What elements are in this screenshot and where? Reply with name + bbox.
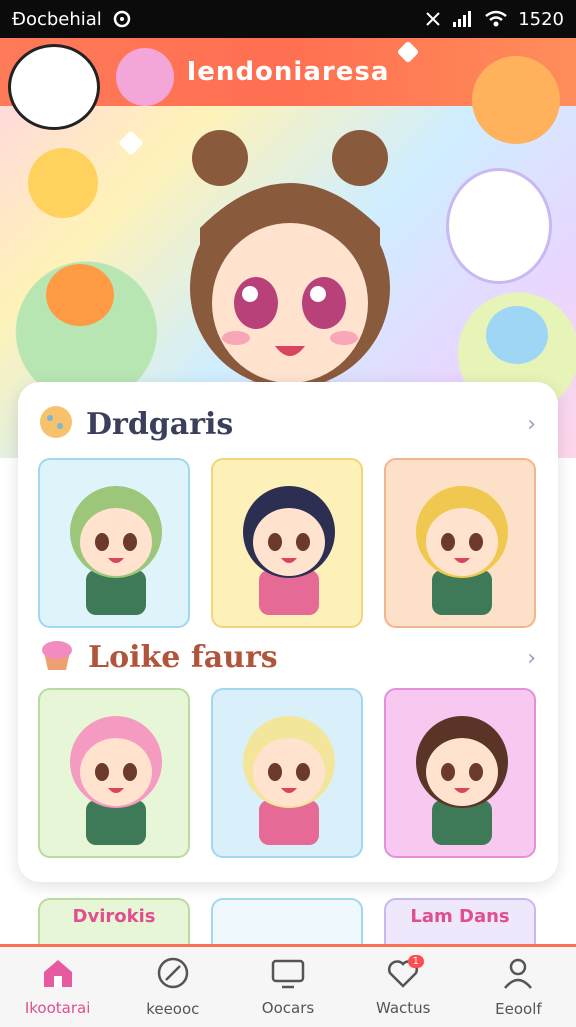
wifi-icon (484, 10, 508, 28)
chevron-right-icon[interactable]: › (527, 412, 536, 437)
home-icon (41, 957, 75, 993)
chibi-character-illustration (70, 716, 162, 845)
fox-sticker (472, 56, 560, 144)
bottom-tab-bar: Ikootarai keeooc Oocars 1 Wactus Eeoolf (0, 944, 576, 1027)
signal-icon (452, 10, 474, 28)
character-tile[interactable] (384, 458, 536, 628)
cookie-icon (38, 404, 74, 444)
content-card: Drdgaris › Loike faurs › (18, 382, 558, 882)
notification-badge: 1 (407, 955, 424, 968)
character-tile[interactable] (211, 458, 363, 628)
bubble-sticker (486, 306, 548, 364)
bear-sticker (28, 148, 98, 218)
tab-label: Oocars (261, 999, 315, 1017)
profile-icon (501, 956, 535, 994)
tab-label: Ikootarai (24, 999, 91, 1017)
chibi-character-illustration (243, 716, 335, 845)
chibi-character-illustration (416, 486, 508, 615)
tab-compass[interactable]: keeooc (115, 947, 230, 1027)
tab-label: keeooc (146, 1000, 200, 1018)
section-title-2: Loike faurs (88, 639, 278, 675)
section-header-1[interactable]: Drdgaris (38, 404, 233, 444)
compass-icon (156, 956, 190, 994)
chibi-character-illustration (416, 716, 508, 845)
section-title-1: Drdgaris (86, 406, 234, 442)
tab-tv[interactable]: Oocars (230, 947, 345, 1027)
character-tile[interactable] (38, 458, 190, 628)
character-tile[interactable] (38, 688, 190, 858)
bunny-sticker-pink (116, 48, 174, 106)
orange-sticker (46, 264, 114, 326)
section-header-2[interactable]: Loike faurs (38, 638, 278, 676)
chibi-character-illustration (70, 486, 162, 615)
chevron-right-icon[interactable]: › (527, 646, 536, 671)
star-icon (118, 130, 144, 156)
status-bar: Ðocbehial 1520 (0, 0, 576, 38)
mute-icon (424, 10, 442, 28)
tab-label: Eeoolf (495, 1000, 542, 1018)
tab-home[interactable]: Ikootarai (0, 947, 115, 1027)
character-tile[interactable] (211, 688, 363, 858)
preview-card-label: Dvirokis (72, 906, 156, 927)
character-tile[interactable] (384, 688, 536, 858)
tv-icon (270, 957, 306, 993)
app-title: Iendoniaresa (186, 57, 390, 87)
carrier-label: Ðocbehial (12, 8, 102, 30)
clock-label: 1520 (518, 8, 564, 30)
chibi-character-illustration (243, 486, 335, 615)
tab-profile[interactable]: Eeoolf (461, 947, 576, 1027)
bunny-sticker-white (446, 168, 552, 284)
tab-heart[interactable]: 1 Wactus (346, 947, 461, 1027)
sync-icon (112, 9, 132, 29)
cupcake-icon (38, 638, 76, 676)
cat-sticker-left (8, 44, 100, 130)
tab-label: Wactus (375, 999, 431, 1017)
preview-card-label: Lam Dans (410, 906, 510, 927)
